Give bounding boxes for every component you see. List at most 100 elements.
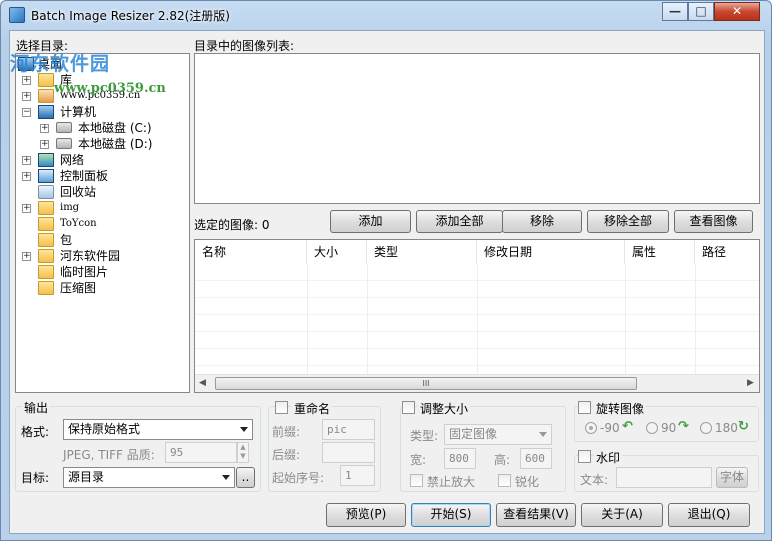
tree-item-label: 网络	[60, 153, 85, 167]
rotate-right-icon: ↷	[678, 419, 689, 434]
suffix-label: 后缀:	[272, 448, 301, 462]
rotate-180-radio[interactable]	[700, 422, 712, 434]
tree-item-img[interactable]: + img	[16, 200, 186, 216]
quality-label: JPEG, TIFF 品质:	[63, 448, 155, 462]
quality-spinner[interactable]: ▲ ▼	[237, 442, 249, 463]
column-header-size[interactable]: 大小	[307, 240, 367, 264]
tree-item-recycle-bin[interactable]: 回收站	[16, 184, 186, 200]
image-list[interactable]	[194, 53, 760, 204]
prefix-input[interactable]: pic	[322, 419, 375, 440]
exit-button[interactable]: 退出(Q)	[668, 503, 750, 527]
resize-type-label: 类型:	[410, 429, 439, 443]
drive-icon	[56, 138, 72, 149]
tree-item-label: 本地磁盘 (D:)	[78, 137, 153, 151]
expand-icon[interactable]: +	[22, 204, 31, 213]
watermark-checkbox[interactable]	[578, 450, 591, 463]
column-header-name[interactable]: 名称	[195, 240, 307, 264]
resize-type-select[interactable]: 固定图像	[444, 424, 552, 445]
remove-all-button[interactable]: 移除全部	[587, 210, 669, 233]
expand-icon[interactable]: +	[40, 140, 49, 149]
column-header-path[interactable]: 路径	[695, 240, 759, 264]
output-group-title: 输出	[22, 399, 51, 416]
start-number-label: 起始序号:	[272, 471, 325, 485]
target-label: 目标:	[21, 471, 50, 485]
horizontal-scrollbar[interactable]: ◀ III ▶	[195, 374, 759, 392]
expand-icon[interactable]: +	[22, 252, 31, 261]
tree-item-drive-c[interactable]: + 本地磁盘 (C:)	[16, 120, 186, 136]
expand-icon[interactable]: +	[22, 76, 31, 85]
format-select[interactable]: 保持原始格式	[63, 419, 253, 440]
start-button[interactable]: 开始(S)	[411, 503, 491, 527]
scroll-left-icon[interactable]: ◀	[199, 378, 206, 388]
directory-tree[interactable]: 桌面 + 库 + www.pc0359.cn − 计算机 + 本地磁盘 (C:)	[15, 53, 190, 393]
title-bar[interactable]: Batch Image Resizer 2.82(注册版) — □ ✕	[1, 1, 771, 29]
app-icon	[9, 7, 25, 23]
view-result-button[interactable]: 查看结果(V)	[496, 503, 576, 527]
close-button[interactable]: ✕	[714, 2, 760, 21]
view-image-button[interactable]: 查看图像	[674, 210, 753, 233]
watermark-text-input[interactable]	[616, 467, 712, 488]
watermark-site-name: 河东软件园	[10, 53, 111, 75]
folder-icon	[38, 217, 54, 231]
font-button[interactable]: 字体	[716, 467, 748, 488]
tree-item-label: 临时图片	[60, 265, 109, 279]
minimize-button[interactable]: —	[662, 2, 688, 21]
chevron-down-icon	[240, 427, 248, 432]
add-all-button[interactable]: 添加全部	[416, 210, 503, 233]
suffix-input[interactable]	[322, 442, 375, 463]
scroll-right-icon[interactable]: ▶	[747, 378, 754, 388]
maximize-button[interactable]: □	[688, 2, 714, 21]
recycle-bin-icon	[38, 185, 54, 199]
browse-button[interactable]: ..	[236, 467, 255, 488]
image-list-label: 目录中的图像列表:	[194, 39, 295, 53]
rotate-checkbox[interactable]	[578, 401, 591, 414]
expand-icon[interactable]: +	[22, 172, 31, 181]
rotate-180-icon: ↻	[738, 419, 749, 434]
expand-icon[interactable]: +	[40, 124, 49, 133]
about-button[interactable]: 关于(A)	[581, 503, 663, 527]
chevron-down-icon	[222, 475, 230, 480]
tree-item-drive-d[interactable]: + 本地磁盘 (D:)	[16, 136, 186, 152]
tree-item-toycon[interactable]: ToYcon	[16, 216, 186, 232]
collapse-icon[interactable]: −	[22, 108, 31, 117]
height-label: 高:	[494, 453, 511, 467]
sharpen-checkbox[interactable]	[498, 474, 511, 487]
tree-item-computer[interactable]: − 计算机	[16, 104, 186, 120]
tree-item-label: ToYcon	[60, 218, 97, 229]
no-enlarge-checkbox[interactable]	[410, 474, 423, 487]
height-input[interactable]: 600	[520, 448, 552, 469]
column-header-modified[interactable]: 修改日期	[477, 240, 625, 264]
rename-checkbox[interactable]	[275, 401, 288, 414]
tree-item-bao[interactable]: 包	[16, 232, 186, 248]
tree-item-hedong[interactable]: + 河东软件园	[16, 248, 186, 264]
tree-item-label: 控制面板	[60, 169, 109, 183]
rotate-90-radio[interactable]	[646, 422, 658, 434]
preview-button[interactable]: 预览(P)	[326, 503, 406, 527]
rotate-minus-90-radio[interactable]	[585, 422, 597, 434]
width-input[interactable]: 800	[444, 448, 476, 469]
remove-button[interactable]: 移除	[502, 210, 582, 233]
tree-item-network[interactable]: + 网络	[16, 152, 186, 168]
resize-type-value: 固定图像	[449, 427, 498, 441]
quality-input[interactable]: 95	[165, 442, 237, 463]
app-window: Batch Image Resizer 2.82(注册版) — □ ✕ 选择目录…	[0, 0, 772, 541]
network-icon	[38, 153, 54, 167]
target-select[interactable]: 源目录	[63, 467, 235, 488]
folder-icon	[38, 201, 54, 215]
tree-item-compressed[interactable]: 压缩图	[16, 280, 186, 296]
tree-item-label: 回收站	[60, 185, 97, 199]
resize-checkbox[interactable]	[402, 401, 415, 414]
add-button[interactable]: 添加	[330, 210, 411, 233]
tree-item-control-panel[interactable]: + 控制面板	[16, 168, 186, 184]
drive-icon	[56, 122, 72, 133]
start-number-input[interactable]: 1	[340, 465, 375, 486]
table-body	[195, 264, 759, 374]
column-header-type[interactable]: 类型	[367, 240, 477, 264]
scrollbar-thumb[interactable]: III	[215, 377, 637, 390]
expand-icon[interactable]: +	[22, 156, 31, 165]
tree-item-temp-images[interactable]: 临时图片	[16, 264, 186, 280]
column-header-attributes[interactable]: 属性	[625, 240, 695, 264]
expand-icon[interactable]: +	[22, 92, 31, 101]
folder-icon	[38, 233, 54, 247]
selected-images-table[interactable]: 名称 大小 类型 修改日期 属性 路径 ◀ III ▶	[194, 239, 760, 393]
